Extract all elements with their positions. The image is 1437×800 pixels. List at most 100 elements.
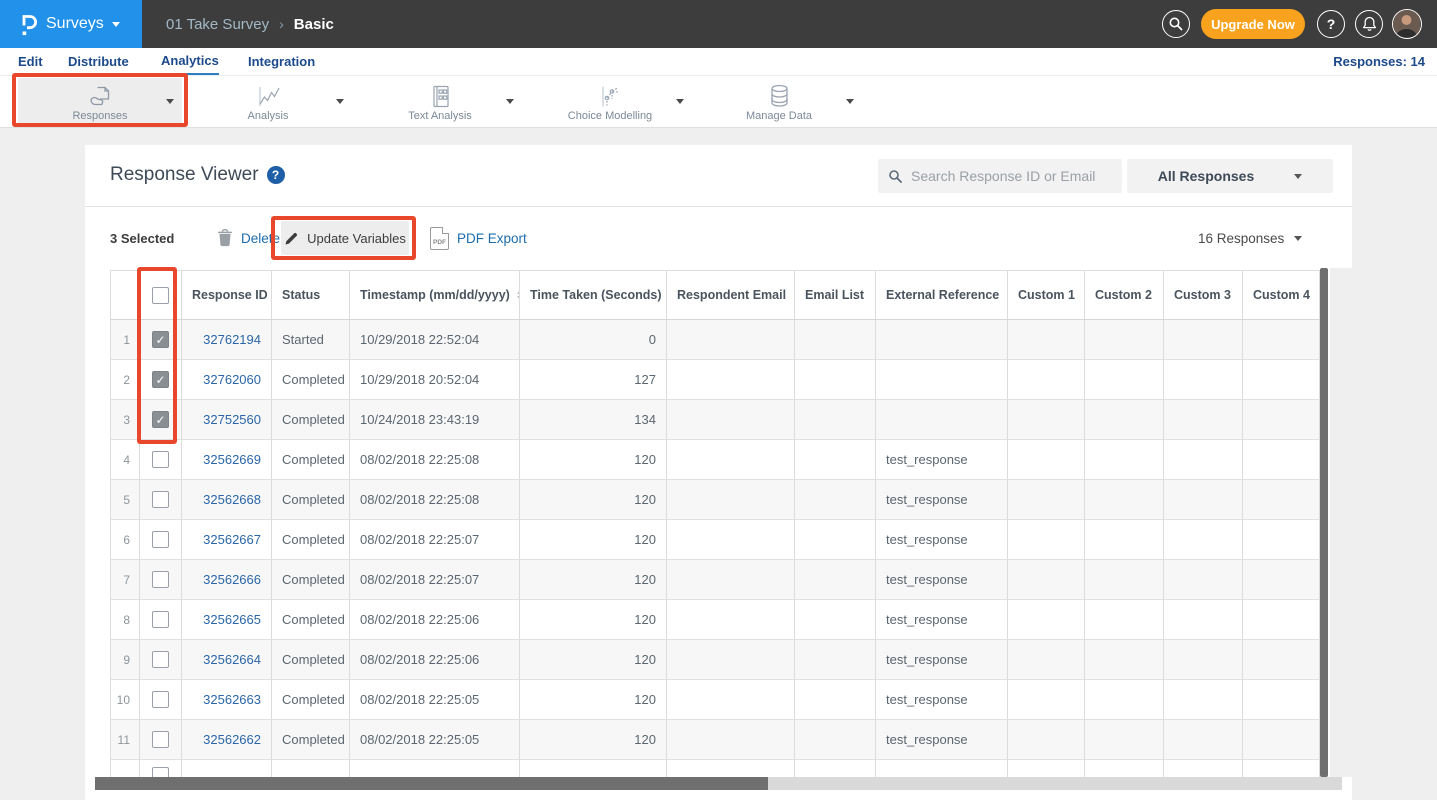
responses-count-caret-icon (1294, 236, 1302, 241)
cell-time-taken: 120 (520, 480, 667, 519)
row-checkbox[interactable] (152, 731, 169, 748)
nav-tab-integration[interactable]: Integration (248, 48, 315, 75)
cell-custom-3 (1164, 600, 1243, 639)
pdf-export-action[interactable]: PDF PDF Export (430, 224, 527, 252)
app-root: Surveys 01 Take Survey › Basic Upgrade N… (0, 0, 1437, 800)
response-id-link[interactable]: 32752560 (203, 412, 261, 427)
response-id-link[interactable]: 32562663 (203, 692, 261, 707)
row-checkbox[interactable] (152, 611, 169, 628)
horizontal-scrollbar-track[interactable] (95, 777, 1342, 790)
cell-timestamp: 08/02/2018 22:25:06 (350, 640, 520, 679)
header-email-list: Email List (795, 271, 876, 319)
response-id-link[interactable]: 32562666 (203, 572, 261, 587)
cell-external-reference: test_response (876, 600, 1008, 639)
response-filter-dropdown[interactable]: All Responses (1127, 159, 1333, 193)
cell-time-taken: 127 (520, 360, 667, 399)
cell-custom-2 (1085, 760, 1164, 777)
header-custom-4-label: Custom 4 (1253, 288, 1310, 302)
header-external-reference: External Reference (876, 271, 1008, 319)
row-checkbox[interactable] (152, 571, 169, 588)
row-select-cell (140, 760, 182, 777)
help-button[interactable]: ? (1317, 10, 1345, 38)
response-filter-value: All Responses (1158, 168, 1254, 184)
cell-external-reference (876, 320, 1008, 359)
cell-respondent-email (667, 360, 795, 399)
row-checkbox[interactable] (152, 767, 169, 777)
header-email-list-label: Email List (805, 288, 864, 302)
response-id-link[interactable]: 32762194 (203, 332, 261, 347)
cell-custom-3 (1164, 440, 1243, 479)
header-time-taken-label: Time Taken (Seconds) (530, 288, 662, 302)
header-time-taken[interactable]: Time Taken (Seconds) (520, 271, 667, 319)
row-checkbox[interactable] (152, 371, 169, 388)
row-checkbox[interactable] (152, 411, 169, 428)
toolbar-item-responses[interactable]: Responses (18, 78, 182, 124)
header-select-all (140, 271, 182, 319)
page-title: Response Viewer ? (110, 164, 285, 186)
row-checkbox[interactable] (152, 451, 169, 468)
cell-email-list (795, 680, 876, 719)
nav-tab-analytics[interactable]: Analytics (161, 48, 219, 75)
vertical-scrollbar[interactable] (1320, 268, 1328, 777)
delete-action[interactable]: Delete (217, 224, 280, 252)
row-checkbox[interactable] (152, 691, 169, 708)
cell-timestamp: 08/02/2018 22:25:08 (350, 440, 520, 479)
table-row: 7 32562666 Completed 08/02/2018 22:25:07… (110, 560, 1320, 600)
nav-tab-distribute[interactable]: Distribute (68, 48, 129, 75)
cell-response-id: 32562664 (182, 640, 272, 679)
row-select-cell (140, 400, 182, 439)
notifications-button[interactable] (1355, 10, 1383, 38)
header-custom-1-label: Custom 1 (1018, 288, 1075, 302)
response-id-link[interactable]: 32562665 (203, 612, 261, 627)
horizontal-scrollbar-thumb[interactable] (95, 777, 768, 790)
manage-data-caret-icon[interactable] (846, 99, 854, 104)
responses-caret-icon[interactable] (166, 99, 174, 104)
table-row: 8 32562665 Completed 08/02/2018 22:25:06… (110, 600, 1320, 640)
response-id-link[interactable]: 32562667 (203, 532, 261, 547)
cell-timestamp: 08/02/2018 22:25:05 (350, 720, 520, 759)
cell-time-taken: 120 (520, 440, 667, 479)
response-id-link[interactable]: 32562669 (203, 452, 261, 467)
header-timestamp[interactable]: Timestamp (mm/dd/yyyy) (350, 271, 520, 319)
cell-custom-2 (1085, 640, 1164, 679)
nav-tab-edit[interactable]: Edit (18, 48, 43, 75)
row-checkbox[interactable] (152, 331, 169, 348)
topbar: Surveys 01 Take Survey › Basic Upgrade N… (0, 0, 1437, 48)
search-input[interactable] (911, 168, 1111, 184)
update-variables-button[interactable]: Update Variables (281, 221, 409, 255)
cell-email-list (795, 320, 876, 359)
analysis-caret-icon[interactable] (336, 99, 344, 104)
cell-response-id: 32752560 (182, 400, 272, 439)
row-number: 6 (110, 520, 140, 559)
cell-custom-3 (1164, 680, 1243, 719)
cell-custom-1 (1008, 600, 1085, 639)
response-id-link[interactable]: 32562662 (203, 732, 261, 747)
cell-time-taken: 0 (520, 320, 667, 359)
text-analysis-caret-icon[interactable] (506, 99, 514, 104)
breadcrumb-survey[interactable]: 01 Take Survey (166, 16, 269, 33)
select-all-checkbox[interactable] (152, 287, 169, 304)
title-help-icon[interactable]: ? (267, 166, 285, 184)
header-custom-1: Custom 1 (1008, 271, 1085, 319)
choice-modelling-caret-icon[interactable] (676, 99, 684, 104)
toolbar-item-text-analysis[interactable]: Text Analysis (370, 78, 510, 124)
row-number: 1 (110, 320, 140, 359)
row-checkbox[interactable] (152, 531, 169, 548)
search-icon (888, 169, 903, 184)
cell-custom-4 (1243, 640, 1320, 679)
global-search-button[interactable] (1162, 10, 1190, 38)
header-response-id[interactable]: Response ID (182, 271, 272, 319)
row-checkbox[interactable] (152, 491, 169, 508)
row-checkbox[interactable] (152, 651, 169, 668)
response-id-link[interactable]: 32562664 (203, 652, 261, 667)
product-switcher[interactable]: Surveys (0, 0, 142, 48)
toolbar-item-manage-data[interactable]: Manage Data (709, 78, 849, 124)
upgrade-now-button[interactable]: Upgrade Now (1201, 9, 1305, 39)
response-id-link[interactable]: 32562668 (203, 492, 261, 507)
response-id-link[interactable]: 32762060 (203, 372, 261, 387)
toolbar-item-analysis[interactable]: Analysis (198, 78, 338, 124)
toolbar-item-choice-modelling[interactable]: Choice Modelling (540, 78, 680, 124)
cell-status: Completed (272, 360, 350, 399)
responses-count-dropdown[interactable]: 16 Responses (1198, 231, 1302, 246)
user-avatar[interactable] (1392, 9, 1422, 39)
